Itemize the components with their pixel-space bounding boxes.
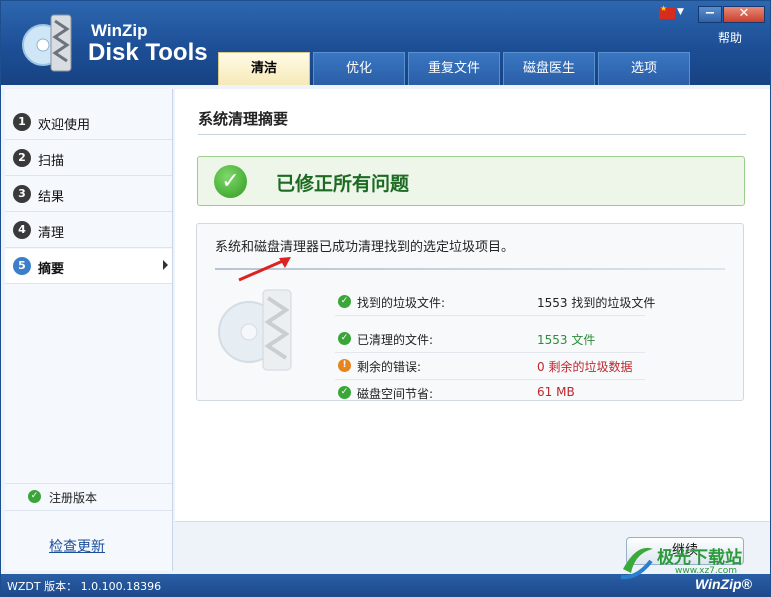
language-dropdown-arrow-icon[interactable]: ▼ [677, 7, 684, 17]
help-link[interactable]: 帮助 [718, 29, 742, 46]
check-icon: ✓ [338, 332, 351, 345]
result-label: 剩余的错误: [357, 360, 422, 374]
registered-version-label: 注册版本 [49, 491, 98, 505]
wizard-sidebar: 1 欢迎使用 2 扫描 3 结果 4 清理 5 摘要 ✓ 注册版本 检查更新 [5, 89, 173, 571]
tab-duplicate-files[interactable]: 重复文件 [408, 52, 500, 85]
sidebar-step-summary[interactable]: 5 摘要 [5, 249, 172, 284]
result-value: 1553 找到的垃圾文件 [537, 296, 656, 310]
app-window: WinZip Disk Tools ▼ − ✕ 帮助 清洁 优化 重复文件 磁盘… [0, 0, 771, 597]
disk-tools-watermark-icon [218, 289, 292, 371]
app-name-disk-tools: Disk Tools [88, 39, 208, 66]
check-icon: ✓ [338, 295, 351, 308]
check-icon: ✓ [28, 490, 41, 503]
step-number-badge: 2 [13, 149, 31, 167]
result-label: 已清理的文件: [357, 333, 434, 347]
language-flag-icon[interactable] [659, 4, 675, 19]
registered-version-status: ✓ 注册版本 [5, 483, 172, 511]
check-icon: ✓ [338, 386, 351, 399]
winzip-disk-logo-icon [22, 14, 72, 72]
step-number-badge: 3 [13, 185, 31, 203]
header-bar: WinZip Disk Tools ▼ − ✕ 帮助 清洁 优化 重复文件 磁盘… [1, 1, 770, 85]
sidebar-step-label: 结果 [38, 190, 65, 205]
minimize-button[interactable]: − [698, 6, 722, 23]
red-annotation-arrow-icon [238, 257, 291, 282]
active-step-arrow-icon [163, 260, 168, 270]
sidebar-step-results[interactable]: 3 结果 [5, 177, 172, 212]
tab-optimize[interactable]: 优化 [313, 52, 405, 85]
success-banner: ✓ 已修正所有问题 [197, 156, 745, 206]
tab-clean[interactable]: 清洁 [218, 52, 310, 85]
sidebar-step-scan[interactable]: 2 扫描 [5, 141, 172, 176]
result-value: 1553 文件 [537, 333, 596, 347]
main-panel: 系统清理摘要 ✓ 已修正所有问题 系统和磁盘清理器已成功清理找到的选定垃圾项目。… [175, 89, 770, 521]
sidebar-step-label: 清理 [38, 226, 65, 241]
watermark-logo-icon [620, 547, 653, 580]
site-watermark: 极光下载站 www.xz7.com [617, 539, 767, 587]
version-label: WZDT 版本： 1.0.100.18396 [7, 580, 162, 593]
sidebar-step-label: 欢迎使用 [38, 118, 91, 133]
result-row-junk-found: ✓ 找到的垃圾文件: 1553 找到的垃圾文件 [335, 289, 655, 316]
result-label: 找到的垃圾文件: [357, 296, 446, 310]
title-divider [198, 134, 746, 135]
cleanup-details-panel: 系统和磁盘清理器已成功清理找到的选定垃圾项目。 ✓ 找到的垃圾文件: 1553 … [196, 223, 744, 401]
tab-options[interactable]: 选项 [598, 52, 690, 85]
result-value: 0 剩余的垃圾数据 [537, 360, 633, 374]
sidebar-step-label: 扫描 [38, 154, 65, 169]
step-number-badge: 1 [13, 113, 31, 131]
warning-icon: ! [338, 359, 351, 372]
success-message: 已修正所有问题 [276, 173, 410, 195]
summary-text: 系统和磁盘清理器已成功清理找到的选定垃圾项目。 [215, 240, 515, 255]
step-number-badge: 5 [13, 257, 31, 275]
sidebar-step-label: 摘要 [38, 262, 65, 277]
success-check-icon: ✓ [214, 165, 247, 198]
check-updates-link[interactable]: 检查更新 [49, 536, 105, 556]
step-number-badge: 4 [13, 221, 31, 239]
result-value: 61 MB [537, 385, 575, 399]
sidebar-step-clean[interactable]: 4 清理 [5, 213, 172, 248]
result-label: 磁盘空间节省: [357, 387, 434, 401]
app-name-winzip: WinZip [91, 21, 148, 40]
watermark-text: 极光下载站 [657, 548, 742, 568]
watermark-url: www.xz7.com [675, 566, 737, 576]
result-row-remaining-errors: ! 剩余的错误: 0 剩余的垃圾数据 [335, 353, 645, 380]
result-row-space-saved: ✓ 磁盘空间节省: 61 MB [335, 380, 645, 406]
tab-disk-doctor[interactable]: 磁盘医生 [503, 52, 595, 85]
sidebar-step-welcome[interactable]: 1 欢迎使用 [5, 105, 172, 140]
result-row-files-cleaned: ✓ 已清理的文件: 1553 文件 [335, 326, 645, 353]
close-button[interactable]: ✕ [723, 6, 765, 23]
page-title: 系统清理摘要 [198, 110, 289, 128]
